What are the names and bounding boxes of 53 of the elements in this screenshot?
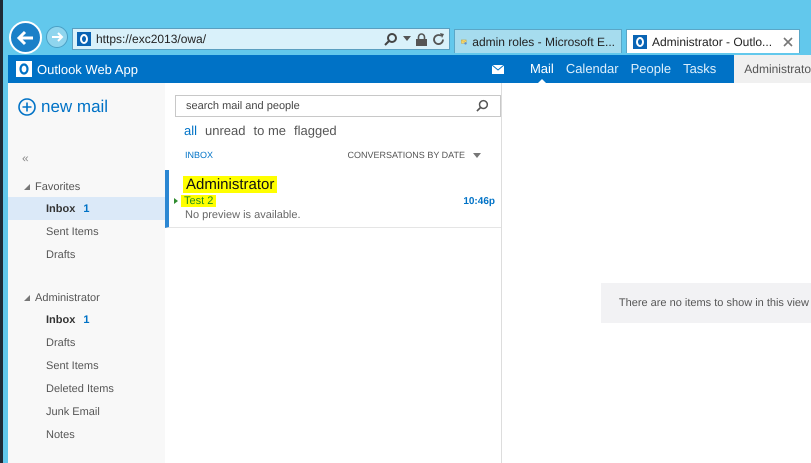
browser-tab[interactable]: admin roles - Microsoft E... [454,29,622,53]
folder-item[interactable]: Sent Items [8,354,165,377]
close-icon[interactable] [783,36,793,46]
folder-item[interactable]: Inbox 1 [8,197,165,220]
folder-item[interactable]: Junk Email [8,400,165,423]
dropdown-icon[interactable] [403,36,411,42]
filter-link[interactable]: flagged [294,123,337,138]
back-button[interactable] [9,21,42,54]
folder-title: INBOX [185,150,214,160]
sender-name: Administrator [183,176,278,193]
nav-link[interactable]: Mail [530,55,554,83]
forward-arrow-icon [50,30,64,44]
search-icon[interactable] [384,32,398,46]
nav-link[interactable]: Calendar [566,55,619,83]
empty-message: There are no items to show in this view [600,283,811,323]
nav-link[interactable]: People [630,55,672,83]
folder-item[interactable]: Sent Items [8,220,165,243]
new-mail-button[interactable]: new mail [8,97,108,117]
envelope-icon[interactable] [492,64,504,74]
message-item[interactable]: Administrator Test 2 10:46p No preview is available. [165,170,501,228]
outlook-logo-icon [16,61,32,77]
search-icon[interactable] [476,99,489,112]
refresh-icon[interactable] [432,32,445,46]
app-title: Outlook Web App [37,62,138,76]
url-text: https://exc2013/owa/ [96,32,208,46]
folder-item[interactable]: Deleted Items [8,377,165,400]
outlook-logo-icon [633,34,647,48]
outlook-logo-icon [77,32,91,46]
folder-group-header[interactable]: Favorites [8,177,165,197]
group-label: Favorites [35,181,80,193]
folder-item[interactable]: Drafts [8,331,165,354]
filter-link[interactable]: unread [205,123,246,138]
folder-item[interactable]: Notes [8,423,165,446]
caret-icon [473,152,481,158]
time-text: 10:46p [463,196,495,206]
subject-text: Test 2 [181,195,216,207]
folder-item[interactable]: Inbox 1 [8,308,165,331]
browser-tab[interactable]: Administrator - Outlo... [626,29,800,53]
filter-link[interactable]: all [184,123,198,138]
unread-triangle-icon [174,198,178,204]
user-name[interactable]: Administrato [734,55,811,83]
plus-circle-icon [18,98,36,116]
preview-text: No preview is available. [184,209,302,221]
folder-item[interactable]: Drafts [8,243,165,266]
forward-button[interactable] [46,26,68,48]
sort-dropdown[interactable]: CONVERSATIONS BY DATE [347,150,481,160]
folder-group-header[interactable]: Administrator [8,288,165,308]
search-field[interactable]: search mail and people [175,95,501,117]
address-bar[interactable]: https://exc2013/owa/ [72,28,450,50]
filter-link[interactable]: to me [254,123,286,138]
lock-icon [416,32,427,46]
nav-link[interactable]: Tasks [683,55,716,83]
group-label: Administrator [35,292,100,304]
